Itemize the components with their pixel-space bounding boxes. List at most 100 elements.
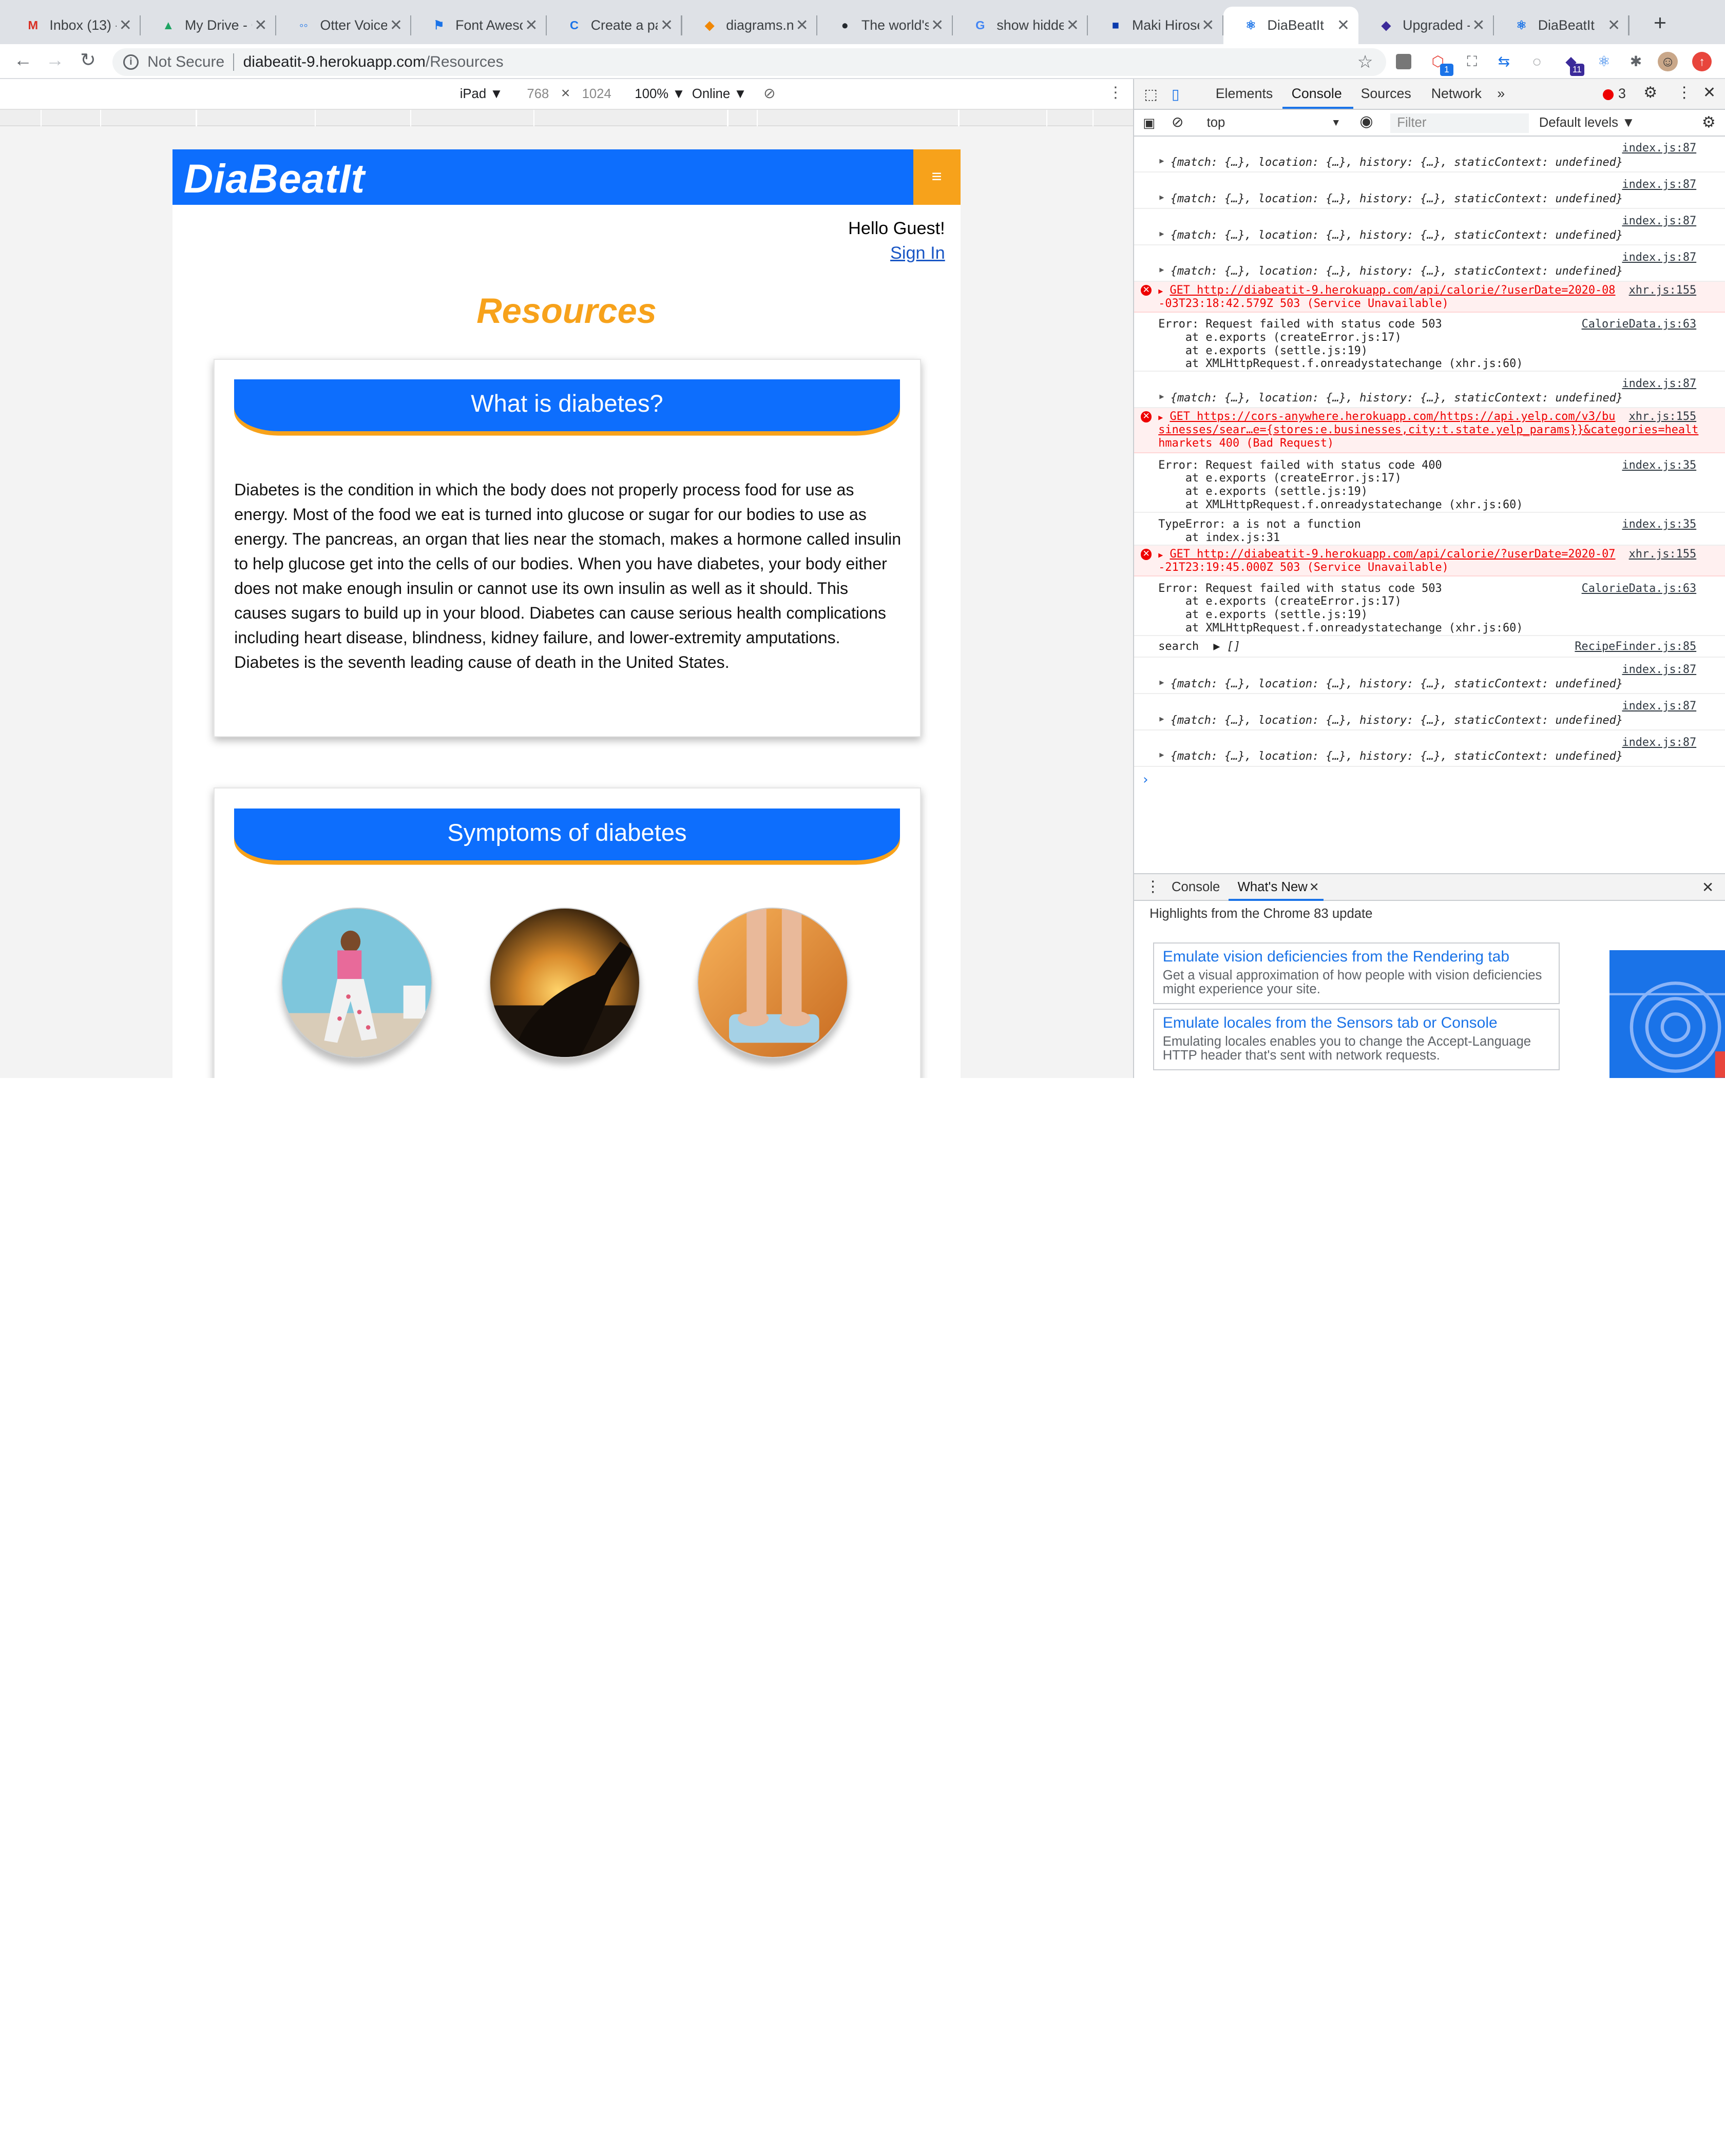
error-stack-row[interactable]: Error: Request failed with status code 4…: [1134, 453, 1725, 513]
log-row[interactable]: index.js:87 ▶ {match: {…}, location: {…}…: [1134, 730, 1725, 767]
source-link[interactable]: xhr.js:155: [1629, 410, 1697, 423]
stack-line[interactable]: at XMLHttpRequest.f.onreadystatechange (…: [1158, 498, 1523, 511]
close-tab-icon[interactable]: ✕: [1605, 16, 1622, 34]
close-tab-icon[interactable]: ✕: [1470, 16, 1487, 34]
more-options-icon[interactable]: ⋮: [1677, 84, 1692, 102]
whats-new-item-title[interactable]: Emulate locales from the Sensors tab or …: [1163, 1014, 1550, 1032]
inspect-icon[interactable]: ⬚: [1144, 86, 1157, 103]
close-tab-icon[interactable]: ✕: [1334, 16, 1352, 34]
browser-tab[interactable]: ■ Maki Hirose ✕: [1088, 7, 1223, 44]
console-filter-input[interactable]: Filter: [1390, 113, 1529, 133]
close-tab-icon[interactable]: ✕: [523, 16, 540, 34]
log-row[interactable]: index.js:87 ▶ {match: {…}, location: {…}…: [1134, 372, 1725, 408]
media-query-ruler[interactable]: [0, 110, 1134, 127]
browser-tab[interactable]: ⚛ DiaBeatIt ✕: [1223, 6, 1359, 44]
type-error-row[interactable]: TypeError: a is not a function at index.…: [1134, 513, 1725, 546]
log-row[interactable]: index.js:87 ▶ {match: {…}, location: {…}…: [1134, 137, 1725, 173]
rotate-icon[interactable]: ⊘: [763, 85, 775, 102]
settings-gear-icon[interactable]: ⚙: [1643, 84, 1657, 102]
stack-line[interactable]: at XMLHttpRequest.f.onreadystatechange (…: [1158, 622, 1523, 634]
error-stack-row[interactable]: Error: Request failed with status code 5…: [1134, 576, 1725, 636]
sidebar-toggle-icon[interactable]: ▣: [1143, 116, 1155, 131]
log-row[interactable]: index.js:87 ▶ {match: {…}, location: {…}…: [1134, 172, 1725, 209]
console-prompt[interactable]: ›: [1143, 772, 1148, 787]
browser-tab[interactable]: ⚑ Font Aweso ✕: [411, 7, 547, 44]
source-link[interactable]: index.js:35: [1622, 459, 1696, 472]
network-error-row[interactable]: ✕ ▶ GET https://cors-anywhere.herokuapp.…: [1134, 408, 1725, 453]
hamburger-menu-button[interactable]: ≡: [913, 149, 961, 205]
context-select[interactable]: top: [1207, 116, 1225, 130]
close-tab-icon[interactable]: ✕: [929, 16, 946, 34]
stack-line[interactable]: at e.exports (settle.js:19): [1158, 485, 1368, 498]
tab-network[interactable]: Network: [1431, 86, 1482, 102]
close-tab-icon[interactable]: ✕: [1199, 16, 1217, 34]
error-count-icon[interactable]: [1602, 89, 1614, 100]
log-row[interactable]: index.js:87 ▶ {match: {…}, location: {…}…: [1134, 658, 1725, 695]
stack-line[interactable]: at e.exports (createError.js:17): [1158, 472, 1402, 485]
tab-console[interactable]: Console: [1292, 86, 1342, 102]
browser-tab[interactable]: M Inbox (13) - ✕: [6, 7, 141, 44]
source-link[interactable]: CalorieData.js:63: [1582, 582, 1697, 595]
error-count[interactable]: 3: [1618, 86, 1626, 102]
tab-sources[interactable]: Sources: [1361, 86, 1411, 102]
eye-icon[interactable]: ◉: [1359, 112, 1373, 130]
screenshot-icon[interactable]: ⛶: [1462, 52, 1482, 72]
source-link[interactable]: CalorieData.js:63: [1582, 318, 1697, 331]
close-tab-icon[interactable]: ✕: [658, 16, 675, 34]
drawer-tab-console[interactable]: Console: [1172, 880, 1220, 895]
whats-new-item-title[interactable]: Emulate vision deficiencies from the Ren…: [1163, 948, 1550, 966]
network-error-row[interactable]: ✕ ▶ GET http://diabeatit-9.herokuapp.com…: [1134, 281, 1725, 313]
more-tabs-icon[interactable]: »: [1497, 86, 1505, 102]
width-input[interactable]: 768: [527, 87, 549, 102]
stack-line[interactable]: at e.exports (createError.js:17): [1158, 595, 1402, 608]
source-link[interactable]: index.js:87: [1622, 215, 1696, 227]
whats-new-item[interactable]: Emulate locales from the Sensors tab or …: [1153, 1008, 1560, 1070]
stack-line[interactable]: at e.exports (settle.js:19): [1158, 344, 1368, 357]
stack-line[interactable]: at e.exports (createError.js:17): [1158, 331, 1402, 344]
expand-icon[interactable]: ▶: [1159, 156, 1164, 165]
browser-tab[interactable]: ▲ My Drive - G✕: [141, 7, 276, 44]
source-link[interactable]: xhr.js:155: [1629, 284, 1697, 297]
browser-tab[interactable]: ◆ diagrams.ne✕: [682, 7, 818, 44]
expand-icon[interactable]: ▶: [1159, 192, 1164, 202]
close-tab-icon[interactable]: ✕: [1309, 880, 1319, 894]
expand-icon[interactable]: ▶: [1159, 265, 1164, 274]
expand-icon[interactable]: ▶: [1159, 678, 1164, 687]
source-link[interactable]: index.js:87: [1622, 700, 1696, 713]
info-icon[interactable]: i: [123, 54, 139, 70]
zoom-select[interactable]: 100% ▼: [635, 87, 685, 102]
sync-icon[interactable]: ⇆: [1494, 52, 1514, 72]
source-link[interactable]: index.js:35: [1622, 518, 1696, 531]
expand-icon[interactable]: ▶: [1159, 229, 1164, 238]
device-select[interactable]: iPad ▼: [460, 87, 503, 102]
close-tab-icon[interactable]: ✕: [793, 16, 811, 34]
tab-elements[interactable]: Elements: [1216, 86, 1273, 102]
expand-icon[interactable]: ▶: [1159, 750, 1164, 759]
address-bar[interactable]: i Not Secure diabeatit-9.herokuapp.com/R…: [112, 48, 1386, 76]
source-link[interactable]: index.js:87: [1622, 142, 1696, 155]
context-chevron-icon[interactable]: ▼: [1331, 118, 1341, 129]
search-log-row[interactable]: search ▶ [] RecipeFinder.js:85: [1134, 636, 1725, 658]
expand-icon[interactable]: ▶: [1159, 392, 1164, 401]
console-settings-icon[interactable]: ⚙: [1702, 113, 1716, 131]
expand-icon[interactable]: ▶: [1159, 714, 1164, 723]
bookmark-star-icon[interactable]: ☆: [1357, 52, 1373, 72]
browser-tab[interactable]: ◆ Upgraded - ✕: [1358, 7, 1494, 44]
height-input[interactable]: 1024: [582, 87, 611, 102]
error-stack-row[interactable]: Error: Request failed with status code 5…: [1134, 313, 1725, 372]
drawer-tab-whats-new[interactable]: What's New: [1238, 880, 1308, 895]
react-devtools-icon[interactable]: ⚛: [1594, 52, 1614, 72]
stack-line[interactable]: at e.exports (settle.js:19): [1158, 608, 1368, 621]
close-tab-icon[interactable]: ✕: [252, 16, 270, 34]
network-error-row[interactable]: ✕ ▶ GET http://diabeatit-9.herokuapp.com…: [1134, 545, 1725, 576]
source-link[interactable]: index.js:87: [1622, 663, 1696, 676]
source-link[interactable]: index.js:87: [1622, 251, 1696, 264]
source-link[interactable]: index.js:87: [1622, 178, 1696, 191]
close-tab-icon[interactable]: ✕: [117, 16, 134, 34]
source-link[interactable]: xhr.js:155: [1629, 548, 1697, 561]
device-toggle-icon[interactable]: ▯: [1172, 86, 1179, 103]
log-levels-select[interactable]: Default levels ▼: [1539, 116, 1635, 130]
close-devtools-icon[interactable]: ✕: [1703, 84, 1716, 102]
log-row[interactable]: index.js:87 ▶ {match: {…}, location: {…}…: [1134, 245, 1725, 282]
close-tab-icon[interactable]: ✕: [387, 16, 405, 34]
